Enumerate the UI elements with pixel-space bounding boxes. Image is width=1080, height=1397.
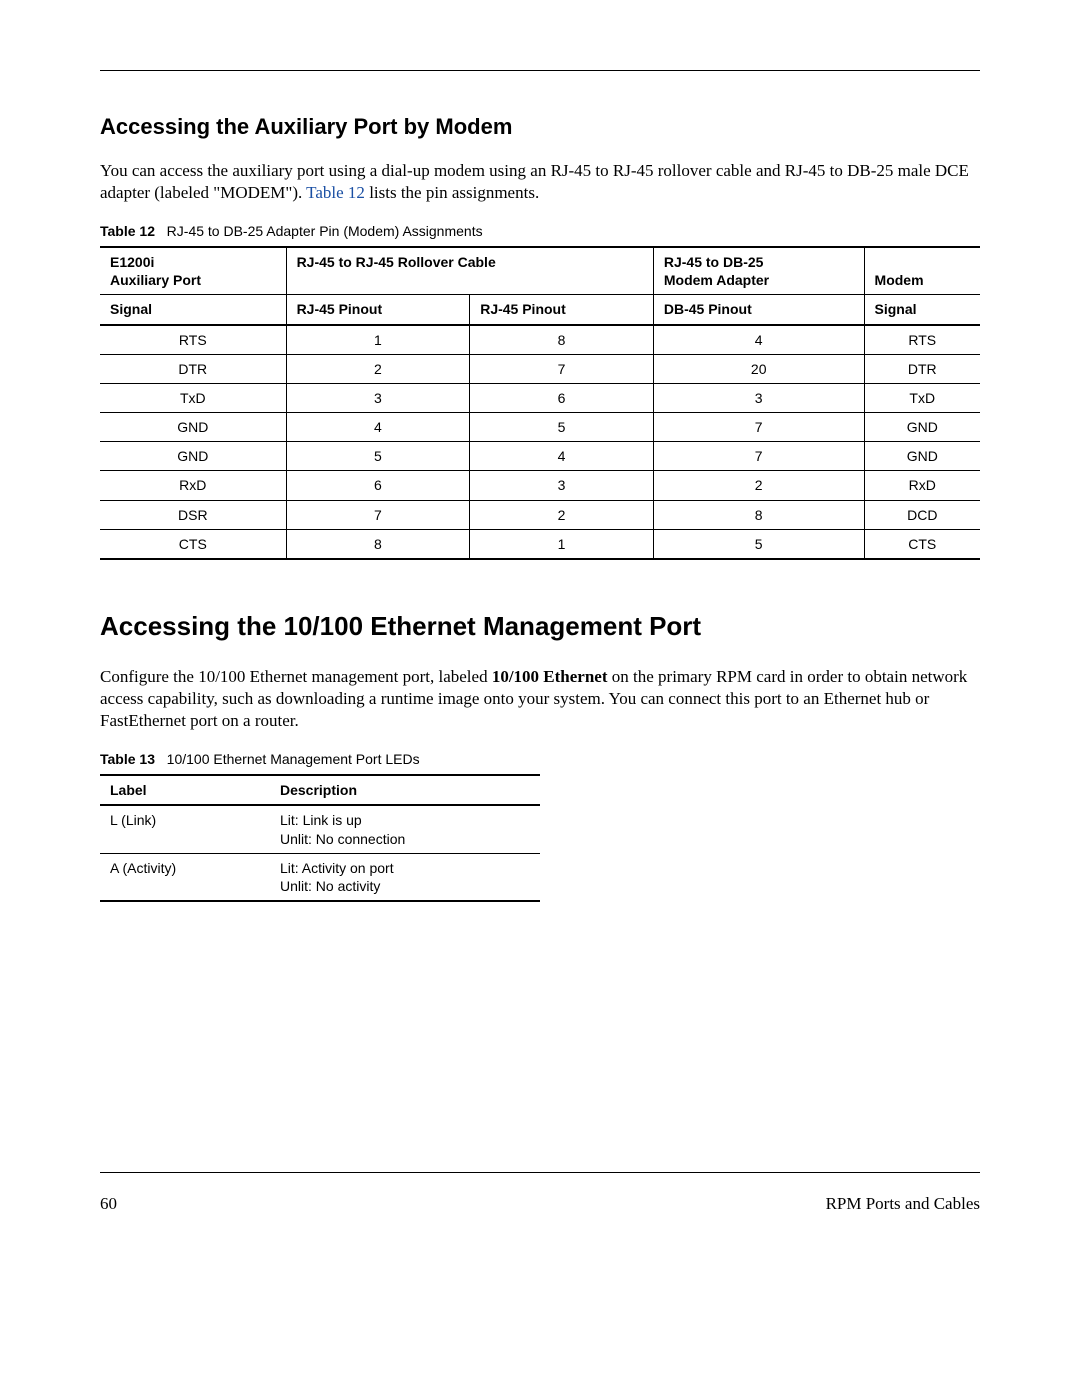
table13: Label Description L (Link) Lit: Link is … (100, 774, 540, 902)
table-cell: GND (100, 442, 286, 471)
para2-text-a: Configure the 10/100 Ethernet management… (100, 667, 492, 686)
table-cell: 2 (286, 354, 470, 383)
table-cell: RTS (864, 325, 980, 355)
table-cell: GND (864, 442, 980, 471)
table-cell: DCD (864, 500, 980, 529)
t13-h-label: Label (100, 775, 270, 805)
footer-title: RPM Ports and Cables (826, 1193, 980, 1215)
t12-h2-db: DB-45 Pinout (653, 295, 864, 325)
table12-caption: Table 12 RJ-45 to DB-25 Adapter Pin (Mod… (100, 222, 980, 240)
t12-h-adapter: RJ-45 to DB-25Modem Adapter (653, 247, 864, 295)
bottom-divider (100, 1172, 980, 1173)
paragraph-ethernet: Configure the 10/100 Ethernet management… (100, 666, 980, 732)
section-heading-ethernet: Accessing the 10/100 Ethernet Management… (100, 610, 980, 644)
table-cell: 3 (470, 471, 654, 500)
table-cell: 2 (470, 500, 654, 529)
table13-caption: Table 13 10/100 Ethernet Management Port… (100, 750, 980, 768)
table-cell: CTS (100, 529, 286, 559)
table12-link[interactable]: Table 12 (306, 183, 365, 202)
table-cell: Lit: Link is upUnlit: No connection (270, 805, 540, 853)
para1-text-b: lists the pin assignments. (365, 183, 539, 202)
t12-h-rollover: RJ-45 to RJ-45 Rollover Cable (286, 247, 653, 295)
table-cell: 4 (470, 442, 654, 471)
table12: E1200iAuxiliary Port RJ-45 to RJ-45 Roll… (100, 246, 980, 560)
table12-label: Table 12 (100, 223, 155, 239)
table-cell: TxD (864, 383, 980, 412)
table-cell: 2 (653, 471, 864, 500)
table-cell: 4 (653, 325, 864, 355)
para2-bold: 10/100 Ethernet (492, 667, 608, 686)
page-footer: 60 RPM Ports and Cables (100, 1193, 980, 1215)
table-cell: RTS (100, 325, 286, 355)
table-cell: L (Link) (100, 805, 270, 853)
table13-title: 10/100 Ethernet Management Port LEDs (167, 751, 420, 767)
section-heading-aux-port: Accessing the Auxiliary Port by Modem (100, 113, 980, 142)
page-number: 60 (100, 1193, 117, 1215)
table-cell: 7 (470, 354, 654, 383)
table-cell: A (Activity) (100, 853, 270, 901)
table-cell: 5 (286, 442, 470, 471)
table-cell: DTR (864, 354, 980, 383)
table-cell: 4 (286, 413, 470, 442)
t12-h2-rj1: RJ-45 Pinout (286, 295, 470, 325)
table-cell: 1 (470, 529, 654, 559)
table-cell: Lit: Activity on portUnlit: No activity (270, 853, 540, 901)
table-cell: 7 (286, 500, 470, 529)
table-cell: GND (100, 413, 286, 442)
table-cell: DSR (100, 500, 286, 529)
table-cell: 6 (286, 471, 470, 500)
t12-h-modem: Modem (864, 247, 980, 295)
table12-title: RJ-45 to DB-25 Adapter Pin (Modem) Assig… (167, 223, 483, 239)
paragraph-aux-port: You can access the auxiliary port using … (100, 160, 980, 204)
table-cell: 1 (286, 325, 470, 355)
t12-h-aux: E1200iAuxiliary Port (100, 247, 286, 295)
table-cell: CTS (864, 529, 980, 559)
table-cell: RxD (100, 471, 286, 500)
t12-h2-signal1: Signal (100, 295, 286, 325)
table-cell: DTR (100, 354, 286, 383)
table-cell: 20 (653, 354, 864, 383)
table-cell: 3 (653, 383, 864, 412)
table-cell: 5 (470, 413, 654, 442)
table-cell: GND (864, 413, 980, 442)
table13-label: Table 13 (100, 751, 155, 767)
table-cell: 8 (470, 325, 654, 355)
t12-h2-rj2: RJ-45 Pinout (470, 295, 654, 325)
top-divider (100, 70, 980, 71)
t13-h-desc: Description (270, 775, 540, 805)
table-cell: 8 (286, 529, 470, 559)
t12-h2-signal2: Signal (864, 295, 980, 325)
table-cell: 5 (653, 529, 864, 559)
table-cell: 3 (286, 383, 470, 412)
table-cell: 8 (653, 500, 864, 529)
table-cell: RxD (864, 471, 980, 500)
table-cell: TxD (100, 383, 286, 412)
table-cell: 6 (470, 383, 654, 412)
table-cell: 7 (653, 413, 864, 442)
table-cell: 7 (653, 442, 864, 471)
